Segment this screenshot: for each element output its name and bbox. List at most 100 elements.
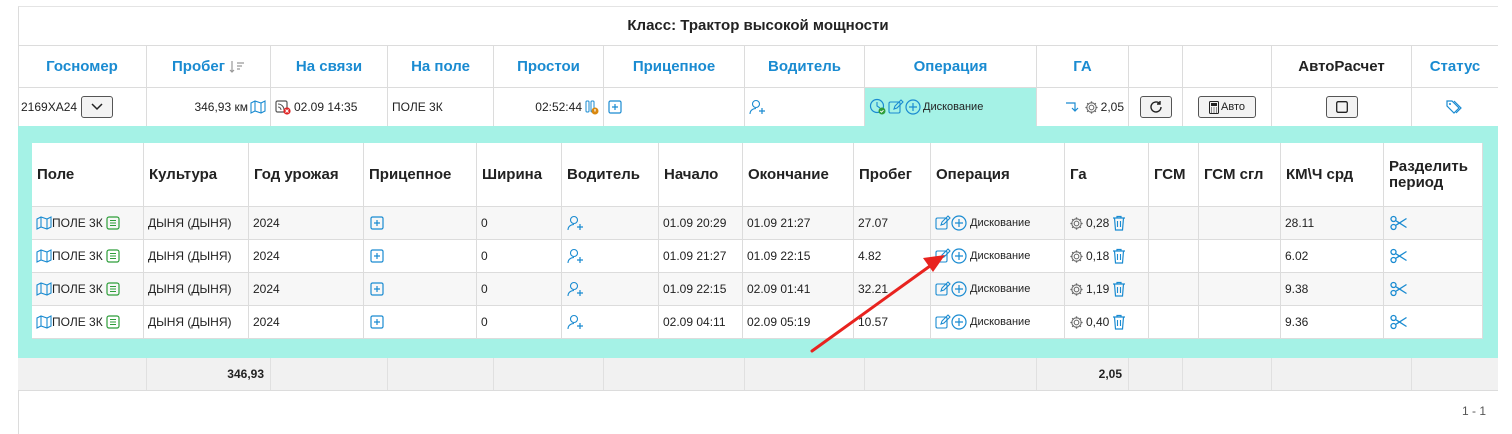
add-circle-icon[interactable] (951, 281, 967, 297)
add-trailer-icon[interactable] (370, 249, 384, 263)
map-icon[interactable] (36, 282, 52, 296)
sub-header-end[interactable]: Окончание (743, 143, 854, 206)
add-driver-icon[interactable] (567, 314, 585, 330)
edit-icon[interactable] (935, 215, 951, 231)
col-header-mileage[interactable]: Пробег (147, 46, 271, 87)
col-header-label: АвтоРасчет (1298, 58, 1385, 75)
map-icon[interactable] (36, 249, 52, 263)
trailer-cell (364, 207, 477, 239)
col-header-operation[interactable]: Операция (865, 46, 1037, 87)
col-header-downtime[interactable]: Простои (494, 46, 604, 87)
sub-header-kmh[interactable]: КМ\Ч срд (1281, 143, 1384, 206)
ha-cell: 0,18 (1065, 240, 1149, 272)
gear-icon[interactable] (1069, 216, 1084, 231)
add-driver-icon[interactable] (567, 215, 585, 231)
scissors-icon[interactable] (1390, 215, 1408, 231)
gear-icon[interactable] (1069, 315, 1084, 330)
gear-icon[interactable] (1069, 249, 1084, 264)
operation-name: Дискование (923, 101, 984, 113)
sub-header-start[interactable]: Начало (659, 143, 743, 206)
totals-ha: 2,05 (1037, 358, 1129, 390)
col-header-driver[interactable]: Водитель (745, 46, 865, 87)
trash-icon[interactable] (1112, 215, 1126, 231)
table-row[interactable]: ПОЛЕ 3К ДЫНЯ (ДЫНЯ) 2024 0 01.09 21:27 01.09 … (32, 240, 1483, 273)
sub-header-operation[interactable]: Операция (931, 143, 1065, 206)
col-header-label: Госномер (46, 58, 118, 75)
col-header-trailer[interactable]: Прицепное (604, 46, 745, 87)
col-header-label: ГА (1073, 58, 1092, 75)
col-header-field[interactable]: На поле (388, 46, 494, 87)
add-trailer-icon[interactable] (370, 282, 384, 296)
operation-cell: Дискование (931, 273, 1065, 305)
edit-icon[interactable] (935, 281, 951, 297)
sub-header-year[interactable]: Год урожая (249, 143, 364, 206)
turn-arrow-icon[interactable] (1065, 100, 1081, 114)
mileage-cell: 27.07 (854, 207, 931, 239)
add-trailer-icon[interactable] (370, 216, 384, 230)
sub-header-ha[interactable]: Га (1065, 143, 1149, 206)
scissors-icon[interactable] (1390, 281, 1408, 297)
expand-row-button[interactable] (81, 96, 114, 118)
scissors-icon[interactable] (1390, 248, 1408, 264)
list-icon[interactable] (106, 249, 120, 263)
map-icon[interactable] (36, 216, 52, 230)
start-cell: 01.09 21:27 (659, 240, 743, 272)
trash-icon[interactable] (1112, 281, 1126, 297)
sub-header-trailer[interactable]: Прицепное (364, 143, 477, 206)
detail-table-header: Поле Культура Год урожая Прицепное Ширин… (32, 143, 1483, 207)
auto-button[interactable]: Авто (1198, 96, 1256, 118)
edit-icon[interactable] (935, 248, 951, 264)
add-driver-icon[interactable] (567, 281, 585, 297)
table-row[interactable]: ПОЛЕ 3К ДЫНЯ (ДЫНЯ) 2024 0 01.09 22:15 02.09 … (32, 273, 1483, 306)
add-driver-icon[interactable] (567, 248, 585, 264)
trash-icon[interactable] (1112, 248, 1126, 264)
add-circle-icon[interactable] (951, 215, 967, 231)
col-header-empty-1 (1129, 46, 1183, 87)
add-driver-icon[interactable] (749, 99, 767, 115)
col-header-status[interactable]: Статус (1412, 46, 1498, 87)
col-header-ha[interactable]: ГА (1037, 46, 1129, 87)
sub-header-crop[interactable]: Культура (144, 143, 249, 206)
scissors-icon[interactable] (1390, 314, 1408, 330)
sub-header-fuel-smooth[interactable]: ГСМ сгл (1199, 143, 1281, 206)
table-row[interactable]: ПОЛЕ 3К ДЫНЯ (ДЫНЯ) 2024 0 01.09 20:29 01.09 … (32, 207, 1483, 240)
vehicle-row[interactable]: 2169ХА24 346,93 км 02.09 14:35 ПОЛЕ 3К 0… (18, 88, 1498, 126)
downtime-bars-icon[interactable] (585, 99, 599, 115)
edit-icon[interactable] (935, 314, 951, 330)
sub-header-driver[interactable]: Водитель (562, 143, 659, 206)
col-header-plate[interactable]: Госномер (18, 46, 147, 87)
gear-icon[interactable] (1069, 282, 1084, 297)
trash-icon[interactable] (1112, 314, 1126, 330)
width-cell: 0 (477, 240, 562, 272)
add-circle-icon[interactable] (951, 248, 967, 264)
list-icon[interactable] (106, 315, 120, 329)
col-header-label: Простои (517, 58, 580, 75)
list-icon[interactable] (106, 282, 120, 296)
ha-value: 0,18 (1086, 249, 1110, 263)
sub-header-mileage[interactable]: Пробег (854, 143, 931, 206)
list-icon[interactable] (106, 216, 120, 230)
checkbox-icon (1335, 101, 1348, 113)
end-cell: 02.09 05:19 (743, 306, 854, 338)
map-icon[interactable] (250, 100, 266, 114)
col-header-online[interactable]: На связи (271, 46, 388, 87)
autocalc-toggle[interactable] (1325, 96, 1358, 118)
sort-descending-icon[interactable] (229, 60, 245, 74)
gear-icon[interactable] (1084, 100, 1099, 115)
map-icon[interactable] (36, 315, 52, 329)
refresh-button[interactable] (1139, 96, 1172, 118)
edit-icon[interactable] (888, 99, 904, 115)
sub-header-field[interactable]: Поле (32, 143, 144, 206)
trailer-cell (364, 240, 477, 272)
operation-status-icon[interactable] (869, 98, 887, 116)
table-row[interactable]: ПОЛЕ 3К ДЫНЯ (ДЫНЯ) 2024 0 02.09 04:11 02.09 … (32, 306, 1483, 339)
sub-header-fuel[interactable]: ГСМ (1149, 143, 1199, 206)
add-trailer-icon[interactable] (608, 100, 622, 114)
add-trailer-icon[interactable] (370, 315, 384, 329)
tags-icon[interactable] (1446, 99, 1464, 115)
add-circle-icon[interactable] (951, 314, 967, 330)
width-cell: 0 (477, 306, 562, 338)
ha-value: 1,19 (1086, 282, 1110, 296)
add-circle-icon[interactable] (905, 99, 921, 115)
sub-header-width[interactable]: Ширина (477, 143, 562, 206)
